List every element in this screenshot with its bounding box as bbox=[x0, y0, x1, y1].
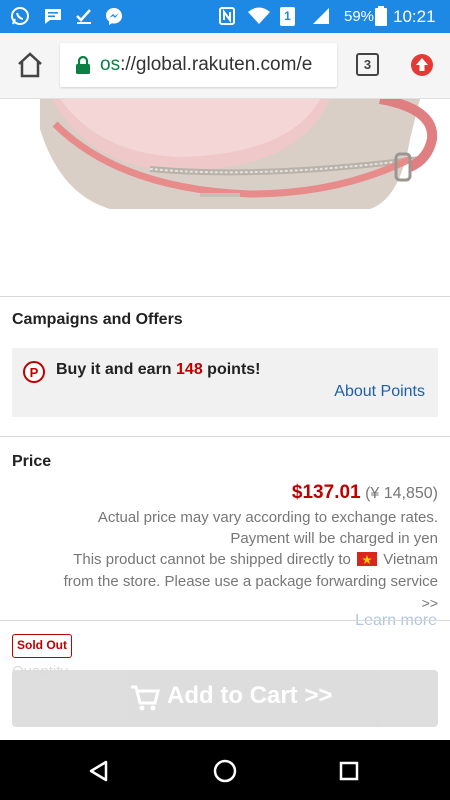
home-icon[interactable] bbox=[16, 52, 44, 78]
browser-toolbar: os://global.rakuten.com/e 3 bbox=[0, 33, 450, 99]
handbag-image bbox=[40, 99, 438, 209]
battery-percentage: 59% bbox=[344, 8, 375, 25]
points-badge-letter: P bbox=[30, 365, 39, 380]
messenger-icon bbox=[106, 8, 122, 25]
points-value: 148 bbox=[176, 361, 203, 378]
campaigns-title: Campaigns and Offers bbox=[12, 311, 183, 328]
battery-icon bbox=[375, 6, 387, 26]
signal-icon bbox=[313, 8, 329, 24]
shipping-note-prefix: This product cannot be shipped directly … bbox=[73, 551, 351, 568]
points-badge-icon: P bbox=[23, 361, 45, 383]
points-prefix: Buy it and earn bbox=[56, 361, 177, 378]
points-message: Buy it and earn 148 points! bbox=[56, 361, 261, 379]
exchange-note: Actual price may vary according to excha… bbox=[97, 509, 438, 526]
product-image[interactable] bbox=[0, 99, 450, 296]
navigation-bar bbox=[0, 740, 450, 800]
section-divider bbox=[0, 436, 450, 437]
price-jpy: (¥ 14,850) bbox=[365, 485, 438, 502]
about-points-link[interactable]: About Points bbox=[334, 383, 425, 401]
recents-icon[interactable] bbox=[339, 761, 359, 781]
nfc-icon bbox=[219, 7, 235, 25]
lock-icon bbox=[76, 55, 90, 74]
url-domain: ://global.rakuten.com/e bbox=[120, 54, 313, 75]
forwarding-note: from the store. Please use a package for… bbox=[63, 573, 438, 590]
add-to-cart-button[interactable]: Add to Cart >> bbox=[12, 670, 438, 727]
update-icon[interactable] bbox=[409, 52, 435, 78]
shipping-country: Vietnam bbox=[383, 551, 438, 568]
section-divider bbox=[0, 620, 450, 621]
points-suffix: points! bbox=[202, 361, 261, 378]
wifi-icon bbox=[248, 7, 270, 24]
payment-note: Payment will be charged in yen bbox=[230, 530, 438, 547]
price-usd: $137.01 bbox=[291, 482, 361, 503]
section-divider bbox=[0, 296, 450, 297]
price-line: $137.01 (¥ 14,850) bbox=[292, 482, 438, 504]
vietnam-flag-icon bbox=[357, 552, 378, 566]
shipping-note: This product cannot be shipped directly … bbox=[73, 551, 438, 568]
points-offer-box: P Buy it and earn 148 points! About Poin… bbox=[12, 348, 438, 417]
forwarding-note-arrow: >> bbox=[421, 595, 438, 611]
url-text: os://global.rakuten.com/e bbox=[100, 54, 312, 76]
home-nav-icon[interactable] bbox=[213, 759, 237, 783]
back-icon[interactable] bbox=[88, 760, 110, 782]
sold-out-badge: Sold Out bbox=[12, 634, 72, 658]
learn-more-link[interactable]: Learn more bbox=[355, 612, 437, 630]
message-icon bbox=[45, 9, 61, 24]
add-to-cart-label: Add to Cart >> bbox=[167, 682, 333, 709]
clock: 10:21 bbox=[393, 7, 436, 26]
url-scheme: os bbox=[100, 54, 121, 75]
sim-icon: 1 bbox=[280, 7, 295, 26]
cart-icon bbox=[131, 685, 160, 711]
address-bar[interactable]: os://global.rakuten.com/e bbox=[60, 43, 337, 87]
tab-switcher-button[interactable]: 3 bbox=[356, 53, 379, 76]
check-icon bbox=[76, 9, 91, 24]
whatsapp-icon bbox=[11, 7, 29, 25]
status-bar: 1 59% 10:21 bbox=[0, 0, 450, 33]
price-title: Price bbox=[12, 453, 52, 470]
